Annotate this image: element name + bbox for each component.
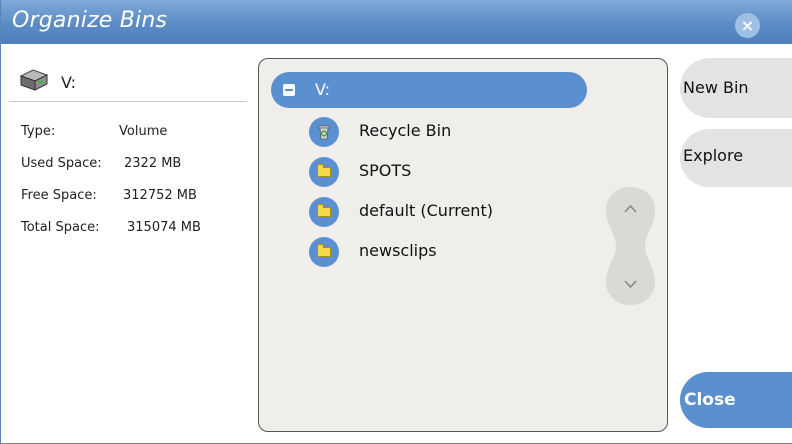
folder-icon (309, 197, 339, 227)
tree-item-label: Recycle Bin (359, 121, 452, 140)
folder-icon (309, 237, 339, 267)
free-space-key: Free Space: (21, 188, 97, 203)
drive-icon (19, 69, 49, 91)
collapse-icon[interactable] (283, 84, 295, 96)
dialog-title: Organize Bins (12, 8, 168, 33)
organize-bins-dialog: Organize Bins × V: Type: Volume Used Spa… (0, 0, 792, 444)
recycle-bin-icon (309, 117, 339, 147)
used-space-key: Used Space: (21, 156, 102, 171)
type-value: Volume (119, 124, 168, 139)
close-window-button[interactable]: × (735, 13, 760, 38)
divider (9, 101, 247, 102)
bin-tree: V: Recycle Bin SPOTS default (Current) n… (258, 58, 668, 432)
type-key: Type: (21, 124, 56, 139)
scroll-control[interactable] (603, 184, 658, 308)
tree-root-row[interactable]: V: (271, 72, 587, 108)
drive-label: V: (61, 73, 77, 92)
tree-item-label: default (Current) (359, 201, 493, 220)
used-space-value: 2322 MB (124, 156, 182, 171)
title-bar: Organize Bins × (1, 0, 792, 44)
explore-button[interactable]: Explore (680, 129, 792, 187)
tree-item-label: newsclips (359, 241, 437, 260)
close-label: Close (684, 390, 736, 410)
close-button[interactable]: Close (680, 372, 792, 428)
total-space-key: Total Space: (21, 220, 100, 235)
drive-info-panel: V: Type: Volume Used Space: 2322 MB Free… (9, 60, 247, 430)
new-bin-label: New Bin (683, 78, 749, 97)
new-bin-button[interactable]: New Bin (680, 58, 792, 118)
free-space-value: 312752 MB (123, 188, 197, 203)
close-icon: × (740, 16, 755, 35)
tree-item-label: SPOTS (359, 161, 412, 180)
folder-icon (309, 157, 339, 187)
explore-label: Explore (683, 146, 744, 165)
tree-root-label: V: (315, 80, 331, 99)
total-space-value: 315074 MB (127, 220, 201, 235)
